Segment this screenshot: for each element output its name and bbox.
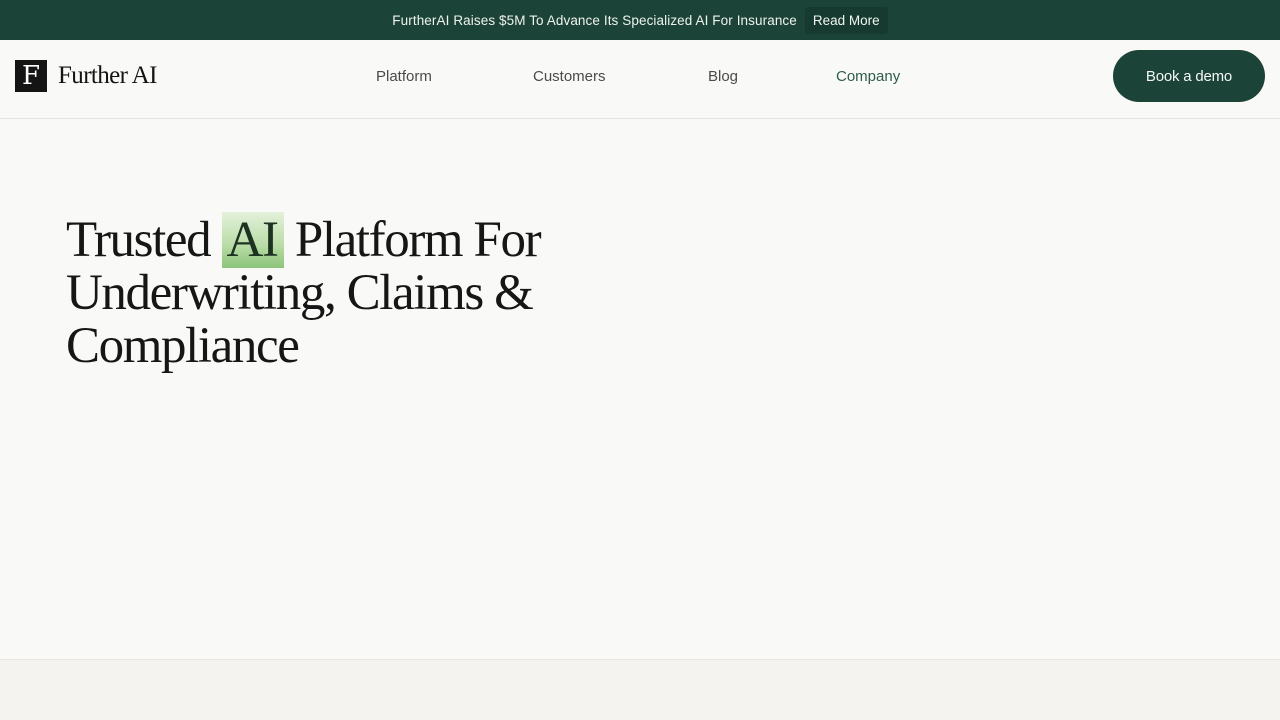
top-nav: F Further AI Platform Customers Blog Com… [0, 40, 1280, 119]
announcement-bar: FurtherAI Raises $5M To Advance Its Spec… [0, 0, 1280, 40]
hero-title-lead: Trusted [66, 212, 222, 268]
hero-title: Trusted AI Platform For Underwriting, Cl… [66, 212, 686, 373]
announcement-text: FurtherAI Raises $5M To Advance Its Spec… [392, 12, 797, 28]
book-demo-button[interactable]: Book a demo [1113, 50, 1265, 102]
nav-link-blog[interactable]: Blog [708, 68, 738, 85]
nav-link-company[interactable]: Company [836, 68, 900, 85]
nav-link-platform[interactable]: Platform [376, 68, 432, 85]
read-more-button[interactable]: Read More [804, 6, 888, 34]
logo-mark-icon: F [15, 60, 47, 92]
logo[interactable]: F Further AI [15, 60, 157, 92]
logo-wordmark: Further AI [58, 62, 157, 89]
hero-title-highlight: AI [221, 212, 284, 268]
nav-link-customers[interactable]: Customers [533, 68, 606, 85]
next-section-band [0, 659, 1280, 720]
